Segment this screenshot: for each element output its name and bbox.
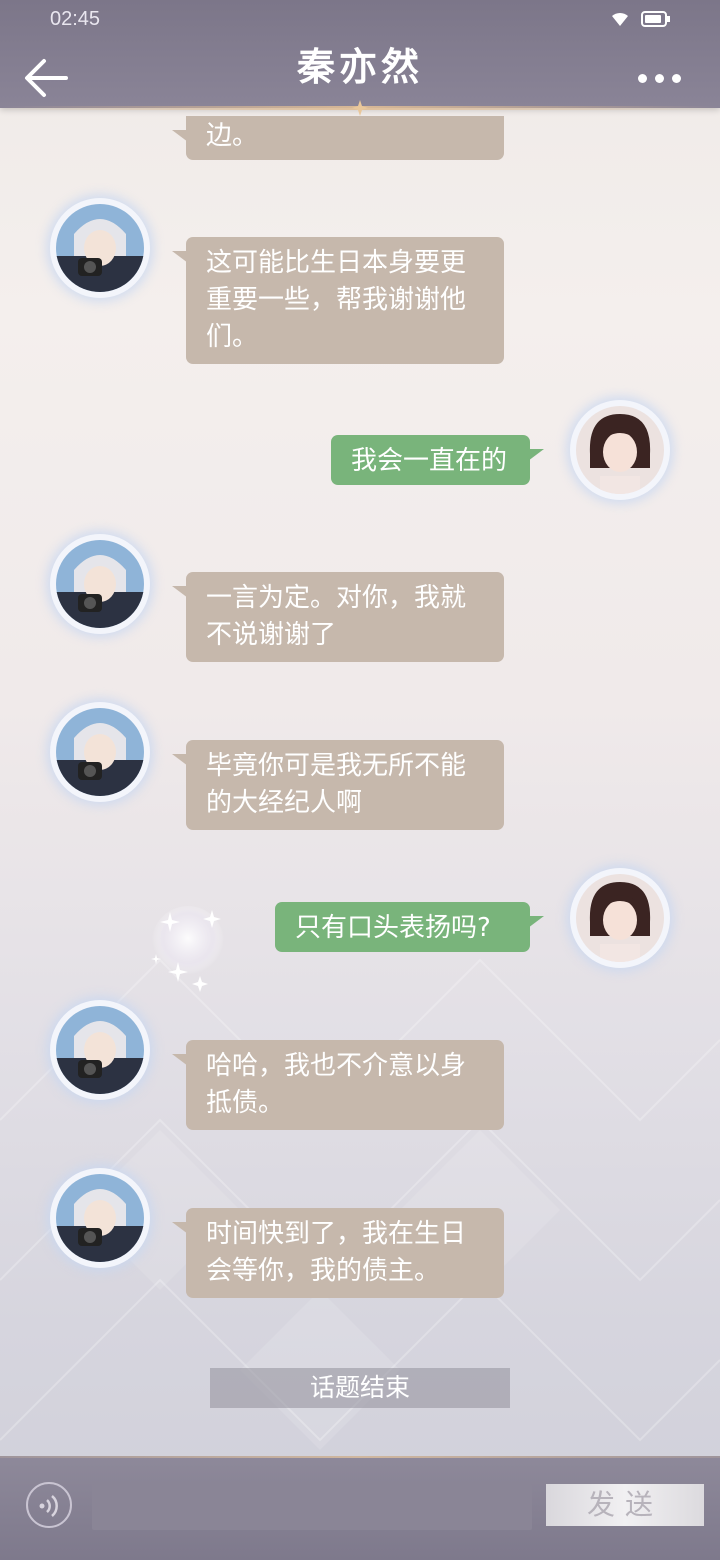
sound-wave-icon	[39, 1495, 58, 1517]
voice-icon[interactable]	[26, 1482, 72, 1528]
input-bar-divider	[0, 1456, 720, 1458]
contact-name: 秦亦然	[296, 44, 423, 89]
message-bubble: 只有口头表扬吗?	[275, 902, 544, 952]
send-button[interactable]: 发送	[546, 1484, 704, 1526]
wifi-icon	[612, 12, 628, 26]
female-portrait-icon	[576, 406, 664, 494]
female-portrait-icon	[576, 874, 664, 962]
status-time: 02:45	[50, 8, 101, 30]
contact-avatar[interactable]	[50, 702, 150, 802]
message-bubble: 时间快到了，我在生日 会等你，我的债主。	[172, 1208, 504, 1298]
message-bubble: 边。	[172, 116, 504, 160]
message-bubble: 毕竟你可是我无所不能 的大经纪人啊	[172, 740, 504, 830]
contact-avatar[interactable]	[50, 1000, 150, 1100]
male-portrait-icon	[56, 204, 144, 292]
message-bubble: 这可能比生日本身要更 重要一些，帮我谢谢他 们。	[172, 237, 504, 364]
status-bar: 02:45	[0, 0, 720, 40]
male-portrait-icon	[56, 1174, 144, 1262]
sparkle-bubble-icon	[151, 906, 224, 992]
contact-avatar[interactable]	[50, 198, 150, 298]
contact-avatar[interactable]	[50, 534, 150, 634]
more-dots-icon[interactable]	[638, 68, 682, 88]
user-avatar[interactable]	[570, 400, 670, 500]
topic-end-notice: 话题结束	[210, 1368, 510, 1408]
user-avatar[interactable]	[570, 868, 670, 968]
message-input[interactable]	[92, 1484, 532, 1530]
header-ornament-icon	[352, 100, 368, 116]
message-bubble: 一言为定。对你，我就 不说谢谢了	[172, 572, 504, 662]
male-portrait-icon	[56, 540, 144, 628]
message-bubble: 我会一直在的	[331, 435, 544, 485]
battery-icon	[641, 11, 670, 27]
contact-avatar[interactable]	[50, 1168, 150, 1268]
male-portrait-icon	[56, 1006, 144, 1094]
chat-header: 02:45 秦亦然	[0, 0, 720, 116]
message-bubble: 哈哈，我也不介意以身 抵债。	[172, 1040, 504, 1130]
input-bar: 发送	[0, 1456, 720, 1560]
male-portrait-icon	[56, 708, 144, 796]
